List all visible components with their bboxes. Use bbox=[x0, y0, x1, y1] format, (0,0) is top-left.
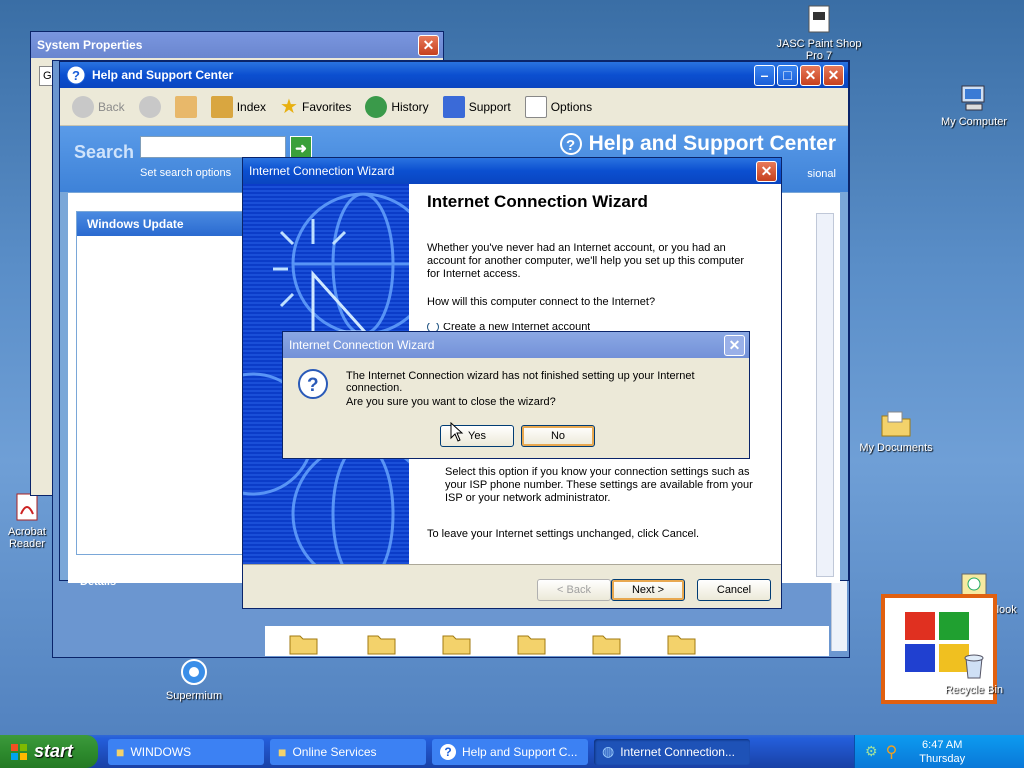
edition-label: sional bbox=[807, 168, 836, 180]
search-go-button[interactable]: ➜ bbox=[290, 136, 312, 158]
jasc-paint-icon bbox=[808, 5, 830, 33]
window-title: Internet Connection Wizard bbox=[249, 164, 395, 178]
help-support-titlebar[interactable]: ? Help and Support Center – □ ✕ ✕ bbox=[60, 62, 848, 88]
clock[interactable]: 6:47 AM Thursday bbox=[919, 738, 965, 766]
acrobat-icon bbox=[16, 493, 38, 521]
confirm-message: The Internet Connection wizard has not f… bbox=[346, 370, 695, 394]
history-icon bbox=[365, 95, 388, 118]
wizard-question: How will this computer connect to the In… bbox=[427, 296, 656, 308]
close-button[interactable]: ✕ bbox=[418, 34, 439, 56]
system-tray: ⚙ ⚲ 6:47 AM Thursday bbox=[854, 735, 1024, 768]
desktop-icon-recycle-bin[interactable]: Recycle Bin bbox=[929, 650, 1019, 696]
help-center-brand: ? Help and Support Center bbox=[559, 132, 836, 156]
wizard-heading: Internet Connection Wizard bbox=[427, 192, 648, 211]
help-toolbar: Back Index ★ Favorites History Support Op… bbox=[60, 88, 848, 126]
help-scrollbar[interactable] bbox=[816, 213, 834, 577]
desktop-icon-supermium[interactable]: Supermium bbox=[149, 656, 239, 702]
maximize-button[interactable]: □ bbox=[777, 64, 798, 86]
confirm-question: Are you sure you want to close the wizar… bbox=[346, 396, 556, 408]
radio-circle-icon bbox=[427, 323, 439, 331]
back-button[interactable]: Back bbox=[68, 94, 129, 120]
back-arrow-icon bbox=[72, 95, 94, 118]
home-button[interactable] bbox=[171, 94, 201, 120]
question-icon: ? bbox=[298, 369, 328, 399]
svg-text:?: ? bbox=[566, 137, 575, 154]
desktop-icon-label: JASC Paint Shop Pro 7 bbox=[776, 38, 862, 62]
support-button[interactable]: Support bbox=[439, 94, 515, 120]
taskbar-item-online-services[interactable]: ■ Online Services bbox=[270, 738, 426, 765]
desktop-icon-label: Recycle Bin bbox=[944, 684, 1004, 696]
window-title: Help and Support Center bbox=[92, 68, 234, 82]
next-button[interactable]: Next > bbox=[611, 579, 685, 601]
system-properties-titlebar[interactable]: System Properties ✕ bbox=[31, 32, 443, 58]
close-button[interactable]: ✕ bbox=[800, 64, 821, 86]
minimize-button[interactable]: – bbox=[754, 64, 775, 86]
desktop-icon-jasc[interactable]: JASC Paint Shop Pro 7 bbox=[774, 4, 864, 62]
confirm-titlebar[interactable]: Internet Connection Wizard ✕ bbox=[283, 332, 749, 358]
search-icon[interactable]: ⚲ bbox=[886, 742, 898, 762]
wizard-button-bar: < Back Next > Cancel bbox=[243, 564, 781, 608]
close-button-outer[interactable]: ✕ bbox=[823, 64, 844, 86]
folder-icons-row bbox=[289, 635, 696, 655]
search-label: Search bbox=[74, 142, 135, 162]
mouse-cursor-icon bbox=[450, 422, 464, 442]
taskbar-item-internet-connection[interactable]: ◍ Internet Connection... bbox=[594, 738, 750, 765]
close-button[interactable]: ✕ bbox=[756, 160, 777, 182]
desktop-icon-my-computer[interactable]: My Computer bbox=[929, 82, 1019, 128]
help-icon: ? bbox=[440, 743, 456, 760]
folder-icon bbox=[881, 411, 911, 437]
globe-icon: ◍ bbox=[602, 743, 615, 759]
taskbar-item-windows[interactable]: ■ WINDOWS bbox=[108, 738, 264, 765]
no-button[interactable]: No bbox=[521, 425, 595, 447]
support-icon bbox=[442, 95, 465, 118]
history-button[interactable]: History bbox=[361, 94, 432, 120]
desktop-icon-label: Acrobat Reader bbox=[8, 526, 46, 550]
star-icon: ★ bbox=[280, 96, 298, 118]
manual-settings-description: Select this option if you know your conn… bbox=[445, 466, 753, 504]
windows-update-panel: Windows Update bbox=[76, 211, 244, 555]
cancel-note: To leave your Internet settings unchange… bbox=[427, 528, 700, 540]
start-button[interactable]: start bbox=[0, 735, 98, 768]
network-icon[interactable]: ⚙ bbox=[865, 743, 878, 760]
recycle-bin-icon bbox=[964, 654, 984, 679]
forward-button[interactable] bbox=[135, 94, 165, 120]
help-brand-icon: ? bbox=[559, 133, 582, 155]
windows-update-header[interactable]: Windows Update bbox=[77, 212, 243, 236]
svg-text:?: ? bbox=[307, 375, 319, 396]
desktop-icon-label: My Computer bbox=[940, 116, 1008, 128]
wizard-intro: Whether you've never had an Internet acc… bbox=[427, 242, 744, 280]
supermium-icon bbox=[181, 659, 207, 685]
explorer-folders-strip bbox=[265, 626, 829, 656]
folder-icon: ■ bbox=[116, 743, 125, 760]
windows-logo-icon bbox=[11, 743, 27, 760]
options-button[interactable]: Options bbox=[521, 94, 596, 120]
details-label[interactable]: Details bbox=[80, 576, 116, 588]
book-icon bbox=[210, 95, 233, 118]
taskbar-item-help-support[interactable]: ? Help and Support C... bbox=[432, 738, 588, 765]
options-icon bbox=[524, 95, 547, 118]
window-title: System Properties bbox=[37, 38, 143, 52]
create-account-radio[interactable]: Create a new Internet account bbox=[427, 323, 590, 331]
desktop-icon-my-documents[interactable]: My Documents bbox=[851, 408, 941, 454]
favorites-button[interactable]: ★ Favorites bbox=[276, 92, 355, 121]
index-button[interactable]: Index bbox=[207, 94, 270, 120]
back-button[interactable]: < Back bbox=[537, 579, 611, 601]
desktop-icon-label: Supermium bbox=[165, 690, 223, 702]
home-icon bbox=[174, 95, 197, 118]
help-icon: ? bbox=[66, 65, 86, 85]
taskbar: start ■ WINDOWS ■ Online Services ? Help… bbox=[0, 735, 1024, 768]
search-input[interactable] bbox=[140, 136, 286, 158]
forward-arrow-icon bbox=[138, 95, 161, 118]
close-button[interactable]: ✕ bbox=[724, 334, 745, 356]
window-title: Internet Connection Wizard bbox=[289, 338, 435, 352]
wizard-titlebar[interactable]: Internet Connection Wizard ✕ bbox=[243, 158, 781, 184]
computer-icon bbox=[961, 85, 985, 111]
set-search-options-link[interactable]: Set search options bbox=[140, 167, 231, 179]
confirm-dialog[interactable]: Internet Connection Wizard ✕ ? The Inter… bbox=[282, 331, 750, 459]
folder-icon: ■ bbox=[278, 743, 287, 760]
desktop-icon-label: My Documents bbox=[859, 442, 933, 454]
cancel-button[interactable]: Cancel bbox=[697, 579, 771, 601]
svg-text:?: ? bbox=[72, 68, 80, 83]
